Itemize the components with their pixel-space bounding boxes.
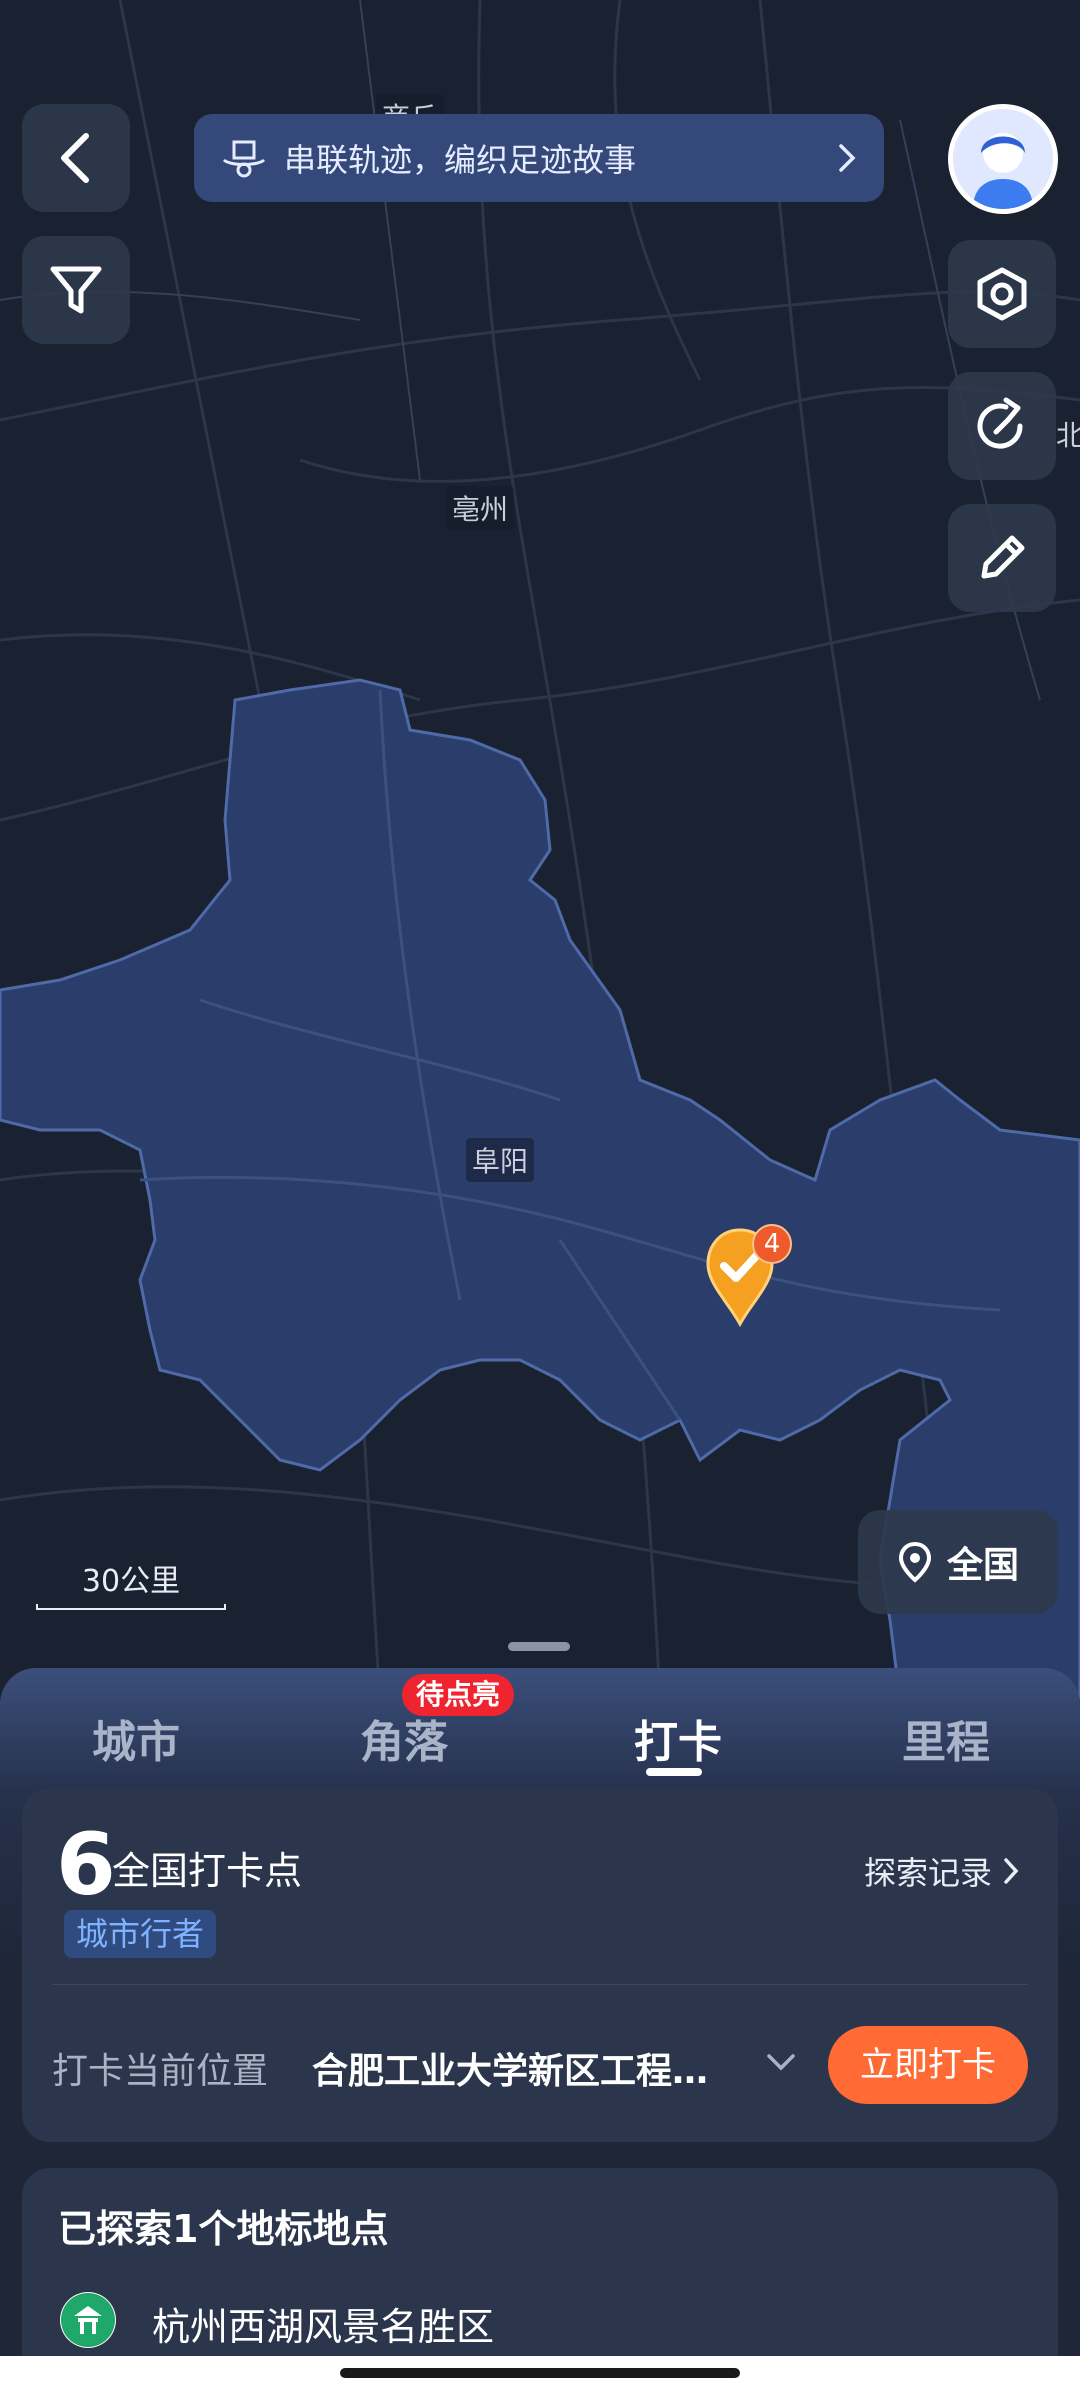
home-indicator[interactable] [340, 2368, 740, 2378]
user-avatar-icon [953, 109, 1053, 209]
nationwide-label: 全国 [946, 1545, 1019, 1586]
level-badge: 城市行者 [64, 1910, 217, 1958]
chevron-right-icon [1004, 1858, 1019, 1884]
active-tab-indicator [646, 1768, 702, 1776]
trail-story-banner[interactable]: 串联轨迹，编织足迹故事 [194, 114, 884, 202]
banner-text: 串联轨迹，编织足迹故事 [284, 141, 637, 179]
explore-records-label: 探索记录 [863, 1854, 992, 1892]
checkin-title: 全国打卡点 [112, 1849, 303, 1893]
tab-mileage[interactable]: 里程 [902, 1706, 990, 1770]
hat-icon [222, 140, 266, 178]
nationwide-button[interactable]: 全国 [858, 1510, 1058, 1614]
share-button[interactable] [948, 372, 1056, 480]
tab-checkin[interactable]: 打卡 [634, 1706, 722, 1770]
map-canvas [0, 0, 1080, 1700]
tab-bar: 城市 角落 打卡 里程 待点亮 [0, 1668, 1080, 1788]
map-view[interactable]: 商丘 亳州 阜阳 北 4 [0, 0, 1080, 1700]
back-button[interactable] [22, 104, 130, 212]
pencil-icon [981, 535, 1025, 579]
chevron-right-icon [839, 144, 856, 172]
scale-text: 30公里 [81, 1564, 181, 1599]
map-scale: 30公里 [36, 1556, 226, 1610]
avatar[interactable] [948, 104, 1058, 214]
checkin-marker[interactable]: 4 [704, 1224, 800, 1334]
pending-badge: 待点亮 [402, 1674, 515, 1716]
sheet-drag-handle[interactable] [508, 1642, 570, 1651]
share-arrow-icon [977, 397, 1023, 449]
checkin-card: 6 全国打卡点 城市行者 探索记录 打卡当前位置 合肥工业大学新区工程… 立即打… [22, 1788, 1058, 2142]
chevron-down-icon[interactable] [764, 2050, 798, 2074]
explore-records-link[interactable]: 探索记录 [864, 1848, 1020, 1894]
chevron-left-icon [61, 133, 89, 183]
landmark-icon [60, 2292, 116, 2348]
edit-button[interactable] [948, 504, 1056, 612]
scale-bar [36, 1604, 226, 1610]
marker-count-badge: 4 [752, 1224, 792, 1264]
pavilion-icon [61, 2293, 115, 2347]
layers-button[interactable] [948, 240, 1056, 348]
current-location-label: 打卡当前位置 [52, 2051, 269, 2092]
map-label-partial: 北 [1056, 419, 1080, 452]
hexagon-settings-icon [977, 267, 1027, 321]
checkin-count: 6 [56, 1815, 116, 1915]
landmark-title: 已探索1个地标地点 [58, 2207, 389, 2251]
system-nav-bar [0, 2356, 1080, 2400]
map-label-bozhou: 亳州 [446, 486, 515, 530]
landmark-item[interactable]: 杭州西湖风景名胜区 [152, 2296, 494, 2351]
divider [52, 1984, 1028, 1985]
tab-city[interactable]: 城市 [92, 1706, 180, 1770]
checkin-now-button[interactable]: 立即打卡 [828, 2026, 1028, 2104]
location-pin-icon [898, 1541, 931, 1583]
filter-button[interactable] [22, 236, 130, 344]
map-label-fuyang: 阜阳 [466, 1138, 535, 1182]
filter-icon [50, 266, 102, 314]
current-location-value[interactable]: 合肥工业大学新区工程… [312, 2042, 752, 2094]
